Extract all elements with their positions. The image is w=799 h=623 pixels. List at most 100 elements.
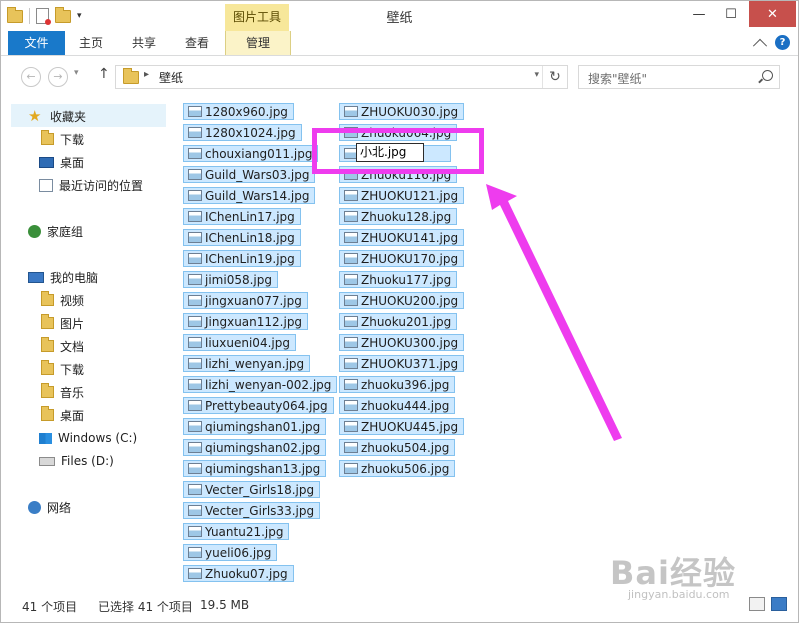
tab-view[interactable]: 查看 (174, 31, 220, 55)
sidebar-item-drive-d[interactable]: Files (D:) (39, 451, 114, 471)
file-item[interactable]: ZHUOKU200.jpg (339, 292, 465, 309)
address-bar[interactable]: ▸ 壁纸 ▾ ↻ (115, 65, 568, 89)
file-item[interactable]: zhuoku396.jpg (339, 376, 456, 393)
image-file-icon (344, 337, 358, 348)
refresh-button[interactable]: ↻ (542, 66, 567, 88)
close-button[interactable]: ✕ (749, 1, 796, 27)
file-item[interactable]: ZHUOKU030.jpg (339, 103, 465, 120)
sidebar-item-pc-downloads[interactable]: 下载 (39, 359, 84, 379)
back-button[interactable]: ← (21, 67, 41, 87)
file-item[interactable]: lizhi_wenyan-002.jpg (183, 376, 338, 393)
file-item[interactable]: Zhuoku177.jpg (339, 271, 458, 288)
image-file-icon (188, 505, 202, 516)
sidebar-item-desktop[interactable]: 桌面 (39, 152, 84, 172)
customize-toolbar-icon[interactable]: ▾ (77, 11, 82, 21)
sidebar-item-recent-places[interactable]: 最近访问的位置 (39, 175, 143, 195)
properties-icon[interactable] (36, 8, 51, 25)
sidebar-item-this-pc[interactable]: 我的电脑 (28, 267, 98, 287)
sidebar-item-downloads[interactable]: 下载 (39, 129, 84, 149)
file-item[interactable]: ZHUOKU170.jpg (339, 250, 465, 267)
image-file-icon (188, 106, 202, 117)
tab-share[interactable]: 共享 (119, 31, 169, 55)
file-item[interactable]: ZHUOKU445.jpg (339, 418, 465, 435)
image-file-icon (188, 442, 202, 453)
sidebar-item-label: 最近访问的位置 (59, 178, 144, 193)
sidebar-item-homegroup[interactable]: 家庭组 (28, 221, 83, 241)
file-item[interactable]: Vecter_Girls18.jpg (183, 481, 321, 498)
file-item[interactable]: Guild_Wars14.jpg (183, 187, 316, 204)
sidebar-item-documents[interactable]: 文档 (39, 336, 84, 356)
tab-file[interactable]: 文件 (8, 31, 65, 55)
file-item[interactable]: zhuoku504.jpg (339, 439, 456, 456)
file-name: Prettybeauty064.jpg (205, 398, 328, 413)
sidebar-item-label: 下载 (60, 362, 85, 377)
breadcrumb-path[interactable]: 壁纸 (159, 69, 183, 86)
address-dropdown-icon[interactable]: ▾ (534, 70, 539, 80)
image-file-icon (188, 295, 202, 306)
file-item[interactable]: IChenLin19.jpg (183, 250, 301, 267)
file-item[interactable]: jimi058.jpg (183, 271, 278, 288)
recent-locations-icon[interactable]: ▾ (74, 68, 79, 78)
sidebar-item-drive-c[interactable]: Windows (C:) (39, 428, 137, 448)
breadcrumb-arrow-icon[interactable]: ▸ (144, 69, 149, 80)
image-file-icon (344, 274, 358, 285)
file-item[interactable]: ZHUOKU121.jpg (339, 187, 465, 204)
sidebar-item-label: 下载 (60, 132, 85, 147)
up-button[interactable]: ↑ (98, 66, 110, 82)
search-box[interactable]: 搜索"壁纸" (578, 65, 780, 89)
help-icon[interactable]: ? (775, 35, 790, 50)
file-item[interactable]: jingxuan077.jpg (183, 292, 308, 309)
sidebar-item-videos[interactable]: 视频 (39, 290, 84, 310)
sidebar-item-label: 我的电脑 (50, 270, 99, 285)
file-item[interactable]: IChenLin18.jpg (183, 229, 301, 246)
file-item[interactable]: Yuantu21.jpg (183, 523, 290, 540)
file-item[interactable]: 1280x960.jpg (183, 103, 294, 120)
file-item[interactable]: lizhi_wenyan.jpg (183, 355, 311, 372)
folder-icon[interactable] (7, 6, 23, 23)
file-item[interactable]: chouxiang011.jpg (183, 145, 319, 162)
file-item[interactable]: 1280x1024.jpg (183, 124, 302, 141)
maximize-button[interactable]: ☐ (715, 1, 747, 27)
tab-manage[interactable]: 管理 (225, 31, 291, 55)
expand-ribbon-icon[interactable] (752, 38, 768, 53)
file-item[interactable]: yueli06.jpg (183, 544, 278, 561)
file-item[interactable]: zhuoku506.jpg (339, 460, 456, 477)
file-item[interactable]: ZHUOKU300.jpg (339, 334, 465, 351)
image-file-icon (188, 190, 202, 201)
image-file-icon (344, 400, 358, 411)
file-item[interactable]: ZHUOKU371.jpg (339, 355, 465, 372)
ribbon-controls: ? (752, 35, 790, 53)
sidebar-item-network[interactable]: 网络 (28, 497, 71, 517)
file-item[interactable]: Zhuoku07.jpg (183, 565, 294, 582)
file-item[interactable]: qiumingshan01.jpg (183, 418, 327, 435)
large-icons-view-icon[interactable] (771, 597, 787, 611)
file-item[interactable]: Zhuoku201.jpg (339, 313, 458, 330)
search-icon[interactable] (762, 70, 773, 81)
forward-button[interactable]: → (48, 67, 68, 87)
file-item[interactable]: liuxueni04.jpg (183, 334, 296, 351)
image-file-icon (188, 568, 202, 579)
details-view-icon[interactable] (749, 597, 765, 611)
file-item[interactable]: ZHUOKU141.jpg (339, 229, 465, 246)
sidebar-item-favorites[interactable]: ★ 收藏夹 (28, 106, 86, 126)
file-name: 1280x1024.jpg (205, 125, 296, 140)
sidebar-item-music[interactable]: 音乐 (39, 382, 84, 402)
minimize-button[interactable]: — (683, 1, 715, 27)
file-item[interactable]: Guild_Wars03.jpg (183, 166, 316, 183)
search-input[interactable]: 搜索"壁纸" (588, 70, 647, 87)
file-item[interactable]: zhuoku444.jpg (339, 397, 456, 414)
file-item[interactable]: Zhuoku128.jpg (339, 208, 458, 225)
desktop-icon (39, 156, 54, 168)
file-item[interactable]: Prettybeauty064.jpg (183, 397, 334, 414)
file-item[interactable]: Vecter_Girls33.jpg (183, 502, 321, 519)
new-folder-icon[interactable] (55, 6, 71, 23)
file-item[interactable]: qiumingshan02.jpg (183, 439, 327, 456)
file-item[interactable]: Jingxuan112.jpg (183, 313, 309, 330)
file-item[interactable]: IChenLin17.jpg (183, 208, 301, 225)
file-item[interactable]: qiumingshan13.jpg (183, 460, 327, 477)
sidebar-item-pc-desktop[interactable]: 桌面 (39, 405, 84, 425)
videos-folder-icon (41, 291, 54, 306)
tab-home[interactable]: 主页 (68, 31, 114, 55)
sidebar-item-pictures[interactable]: 图片 (39, 313, 84, 333)
file-name: jimi058.jpg (205, 272, 272, 287)
